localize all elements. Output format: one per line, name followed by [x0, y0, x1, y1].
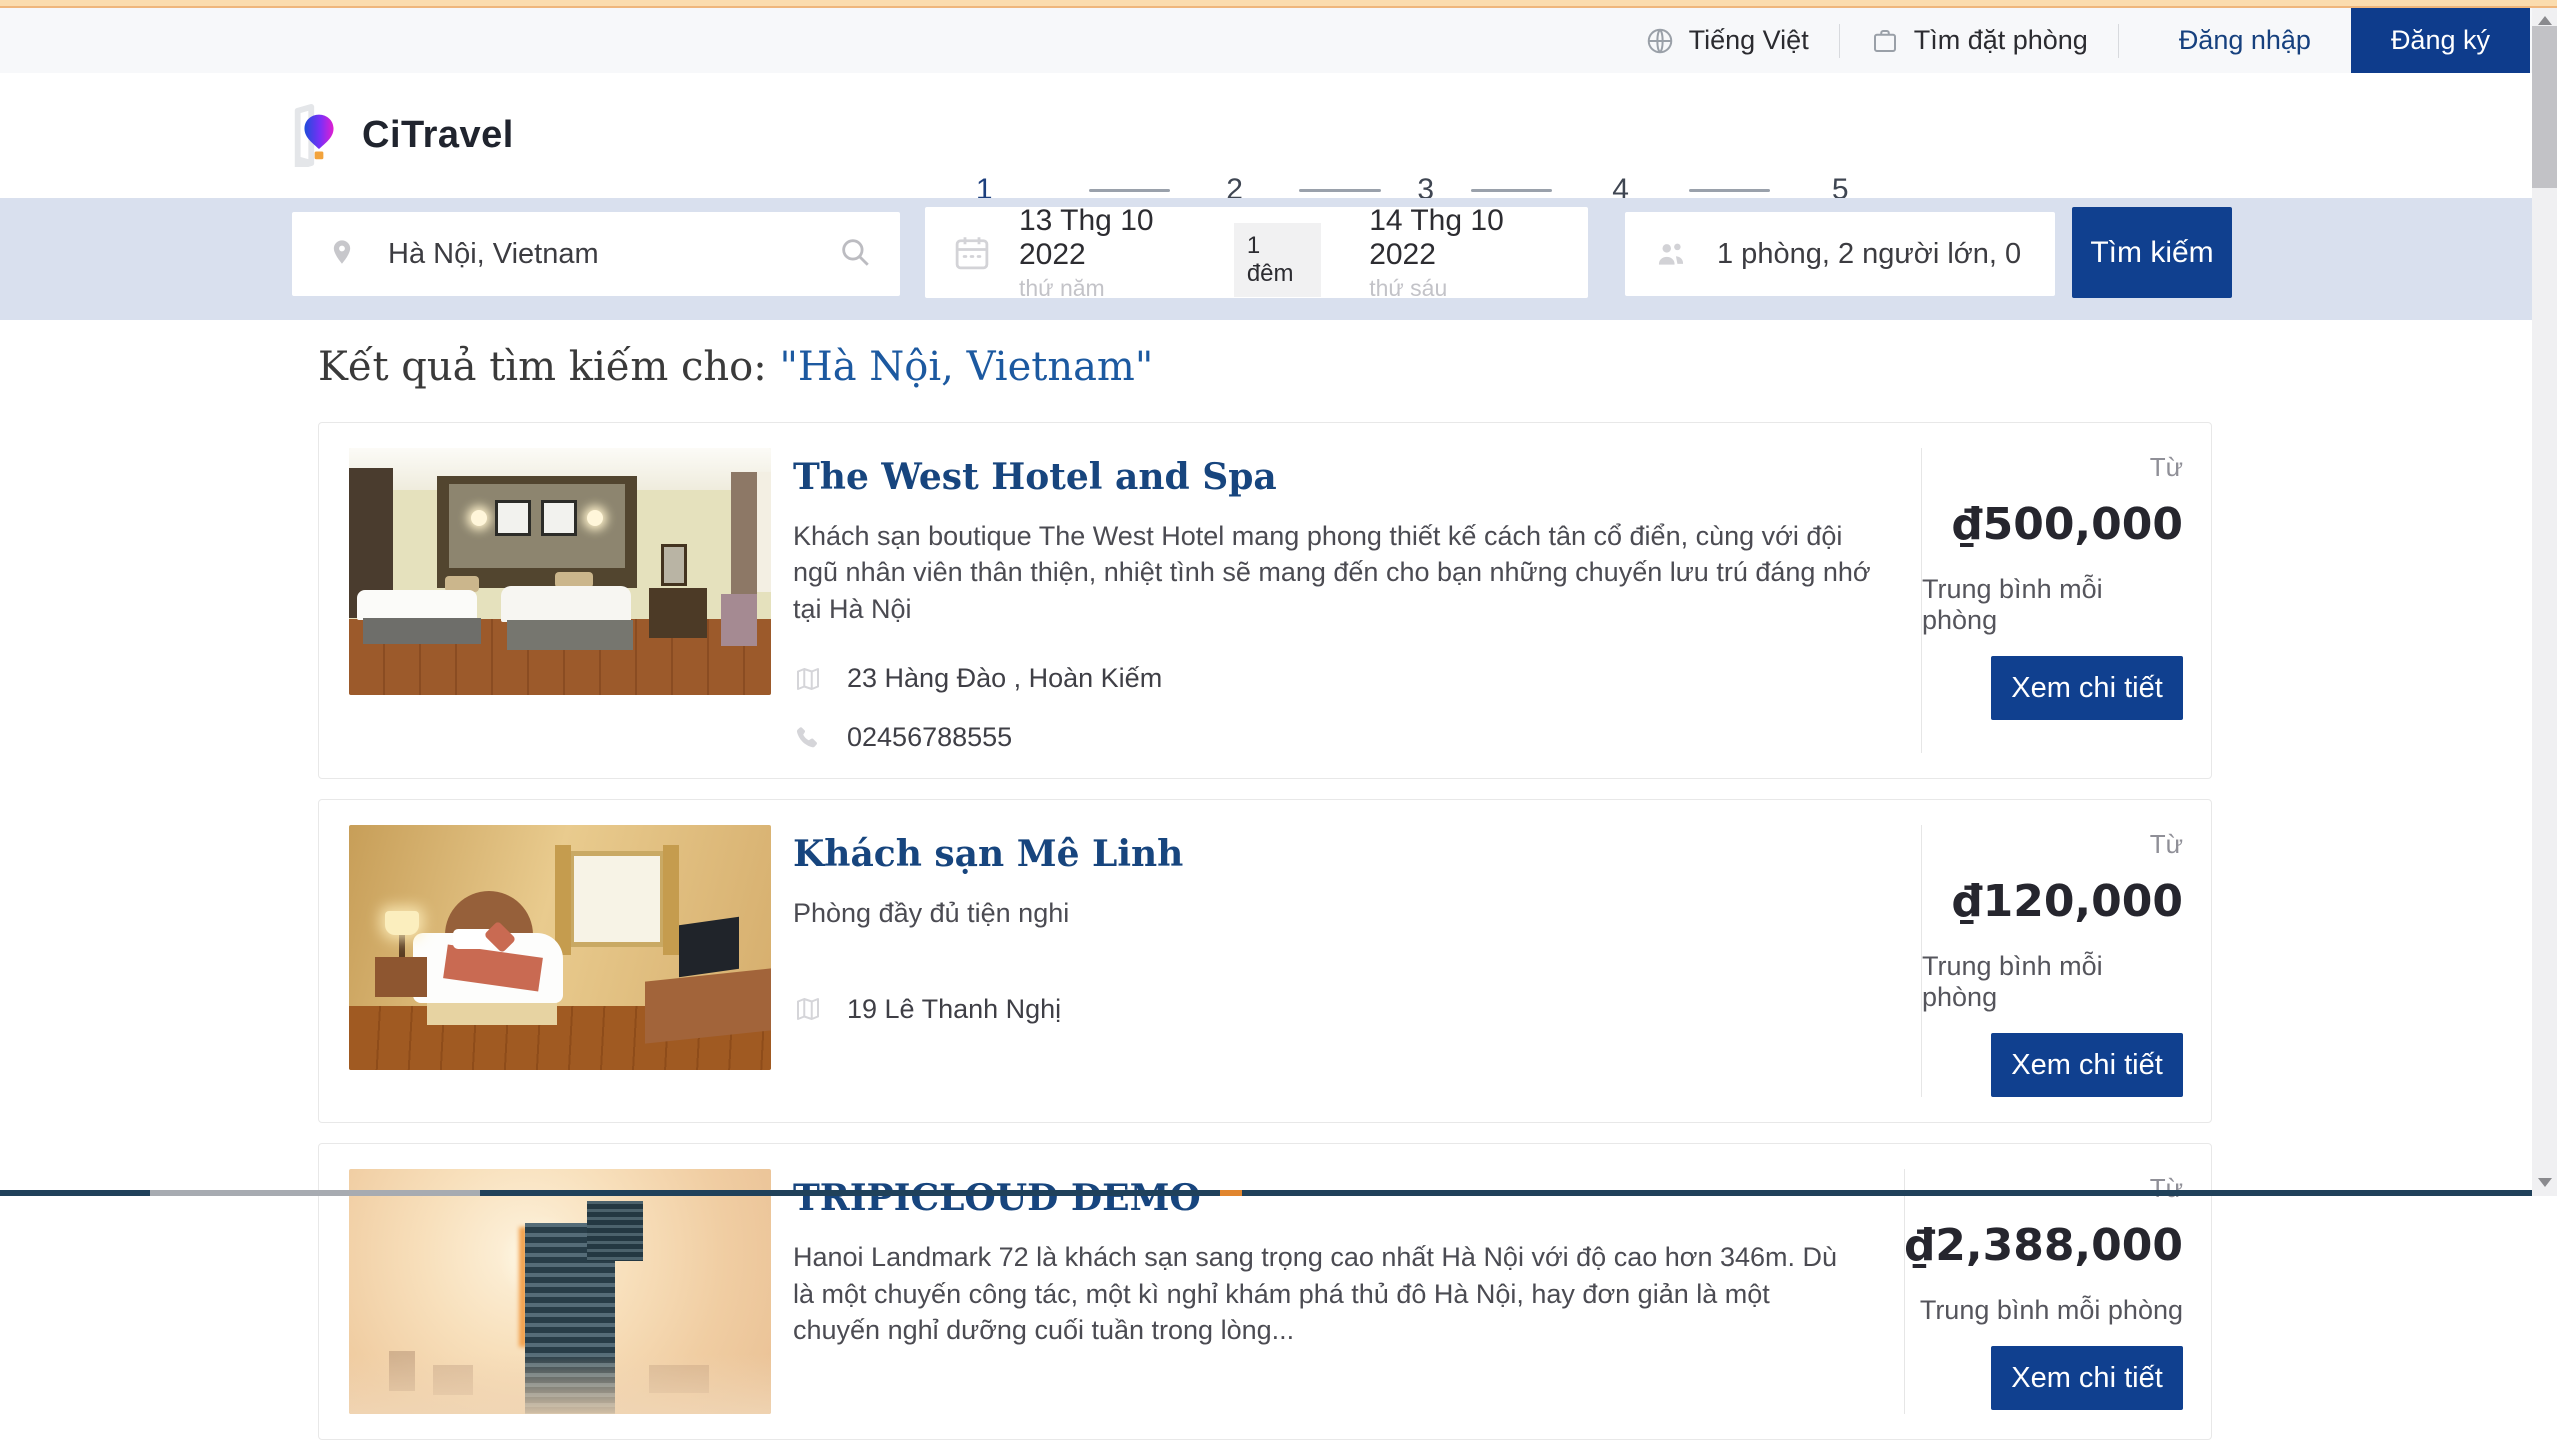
price-from-label: Từ	[2150, 1173, 2183, 1204]
map-icon	[793, 994, 823, 1024]
scroll-down-arrow[interactable]	[2532, 1170, 2557, 1194]
hotel-price: ₫2,388,000	[1905, 1220, 2183, 1271]
scrollbar-thumb[interactable]	[2532, 26, 2557, 188]
view-details-button[interactable]: Xem chi tiết	[1991, 656, 2183, 720]
hotel-photo[interactable]	[349, 1169, 771, 1414]
briefcase-icon	[1870, 26, 1900, 56]
results-heading: Kết quả tìm kiếm cho: "Hà Nội, Vietnam"	[318, 344, 2557, 390]
search-icon[interactable]	[838, 235, 872, 274]
search-submit-button[interactable]: Tìm kiếm	[2072, 207, 2232, 298]
hotel-name-link[interactable]: TRIPICLOUD DEMO	[793, 1177, 1864, 1219]
price-per-room-label: Trung bình mỗi phòng	[1922, 951, 2183, 1013]
checkin-weekday: thứ năm	[1019, 275, 1212, 302]
price-from-label: Từ	[2150, 829, 2183, 860]
location-pin-icon	[328, 234, 356, 275]
hotel-info: TRIPICLOUD DEMO Hanoi Landmark 72 là khá…	[771, 1169, 1904, 1414]
brand-name: CiTravel	[362, 114, 514, 157]
nav-divider	[1839, 24, 1840, 58]
hotel-card: TRIPICLOUD DEMO Hanoi Landmark 72 là khá…	[318, 1143, 2212, 1440]
top-navigation: Tiếng Việt Tìm đặt phòng Đăng nhập Đăng …	[0, 8, 2557, 73]
checkin-date[interactable]: 13 Thg 10 2022 thứ năm	[1019, 204, 1212, 302]
hotel-photo[interactable]	[349, 448, 771, 695]
hotel-price-panel: Từ ₫120,000 Trung bình mỗi phòng Xem chi…	[1921, 825, 2211, 1097]
nav-divider	[2118, 24, 2119, 58]
vertical-scrollbar[interactable]	[2532, 8, 2557, 1196]
bottom-strip-segment	[150, 1190, 480, 1196]
hotel-address: 19 Lê Thanh Nghị	[847, 994, 1061, 1025]
hotel-card: The West Hotel and Spa Khách sạn boutiqu…	[318, 422, 2212, 779]
results-heading-query: "Hà Nội, Vietnam"	[779, 344, 1153, 390]
hotel-photo[interactable]	[349, 825, 771, 1070]
globe-icon	[1645, 26, 1675, 56]
hotel-phone: 02456788555	[847, 722, 1012, 753]
hotel-price-panel: Từ ₫500,000 Trung bình mỗi phòng Xem chi…	[1921, 448, 2211, 753]
hotel-info: The West Hotel and Spa Khách sạn boutiqu…	[771, 448, 1921, 753]
checkout-weekday: thứ sáu	[1369, 275, 1562, 302]
language-label: Tiếng Việt	[1689, 25, 1809, 56]
brand-logo[interactable]: CiTravel	[288, 103, 514, 167]
view-details-button[interactable]: Xem chi tiết	[1991, 1346, 2183, 1410]
map-icon	[793, 664, 823, 694]
results-heading-prefix: Kết quả tìm kiếm cho:	[318, 344, 779, 390]
find-booking-label: Tìm đặt phòng	[1914, 25, 2088, 56]
checkout-date[interactable]: 14 Thg 10 2022 thứ sáu	[1369, 204, 1562, 302]
location-input[interactable]: Hà Nội, Vietnam	[292, 212, 900, 296]
nights-badge: 1 đêm	[1234, 223, 1321, 297]
hotel-description: Khách sạn boutique The West Hotel mang p…	[793, 518, 1881, 627]
hotel-price: ₫120,000	[1952, 876, 2183, 927]
top-accent-bar	[0, 0, 2557, 8]
step-connector	[1689, 189, 1771, 192]
price-per-room-label: Trung bình mỗi phòng	[1920, 1295, 2183, 1326]
search-results: Kết quả tìm kiếm cho: "Hà Nội, Vietnam" …	[0, 320, 2557, 1440]
view-details-button[interactable]: Xem chi tiết	[1991, 1033, 2183, 1097]
bottom-edge-strip	[0, 1190, 2532, 1196]
hotel-description: Phòng đầy đủ tiện nghi	[793, 895, 1881, 931]
bottom-strip-segment	[1220, 1190, 1242, 1196]
checkin-date-value: 13 Thg 10 2022	[1019, 204, 1212, 272]
signup-button[interactable]: Đăng ký	[2351, 8, 2530, 73]
phone-icon	[793, 723, 823, 753]
language-selector[interactable]: Tiếng Việt	[1645, 25, 1809, 56]
price-from-label: Từ	[2150, 452, 2183, 483]
guests-icon	[1651, 237, 1691, 271]
guests-value: 1 phòng, 2 người lớn, 0 tr...	[1717, 238, 2029, 271]
search-bar: Hà Nội, Vietnam 13 Thg 10 2022 thứ năm 1…	[0, 198, 2557, 320]
date-range-picker[interactable]: 13 Thg 10 2022 thứ năm 1 đêm 14 Thg 10 2…	[925, 207, 1588, 298]
location-value: Hà Nội, Vietnam	[388, 238, 838, 271]
hotel-name-link[interactable]: Khách sạn Mê Linh	[793, 833, 1881, 875]
step-connector	[1471, 189, 1553, 192]
login-link[interactable]: Đăng nhập	[2179, 25, 2311, 56]
hotel-price-panel: Từ ₫2,388,000 Trung bình mỗi phòng Xem c…	[1904, 1169, 2211, 1414]
hotel-address: 23 Hàng Đào , Hoàn Kiếm	[847, 663, 1162, 694]
hotel-info: Khách sạn Mê Linh Phòng đầy đủ tiện nghi…	[771, 825, 1921, 1097]
step-connector	[1089, 189, 1171, 192]
checkout-date-value: 14 Thg 10 2022	[1369, 204, 1562, 272]
hotel-phone-row: 02456788555	[793, 722, 1881, 753]
calendar-icon	[951, 232, 993, 274]
hotel-price: ₫500,000	[1952, 499, 2183, 550]
hotel-address-row: 19 Lê Thanh Nghị	[793, 994, 1881, 1025]
balloon-logo-icon	[288, 103, 350, 167]
step-connector	[1299, 189, 1381, 192]
find-booking-link[interactable]: Tìm đặt phòng	[1870, 25, 2088, 56]
hotel-description: Hanoi Landmark 72 là khách sạn sang trọn…	[793, 1239, 1864, 1348]
guests-selector[interactable]: 1 phòng, 2 người lớn, 0 tr...	[1625, 212, 2055, 296]
page-header: CiTravel 1 Chọn khách sạn 2 Tìm phòng 3 …	[0, 73, 2557, 198]
price-per-room-label: Trung bình mỗi phòng	[1922, 574, 2183, 636]
hotel-card: Khách sạn Mê Linh Phòng đầy đủ tiện nghi…	[318, 799, 2212, 1123]
hotel-name-link[interactable]: The West Hotel and Spa	[793, 456, 1881, 498]
hotel-address-row: 23 Hàng Đào , Hoàn Kiếm	[793, 663, 1881, 694]
